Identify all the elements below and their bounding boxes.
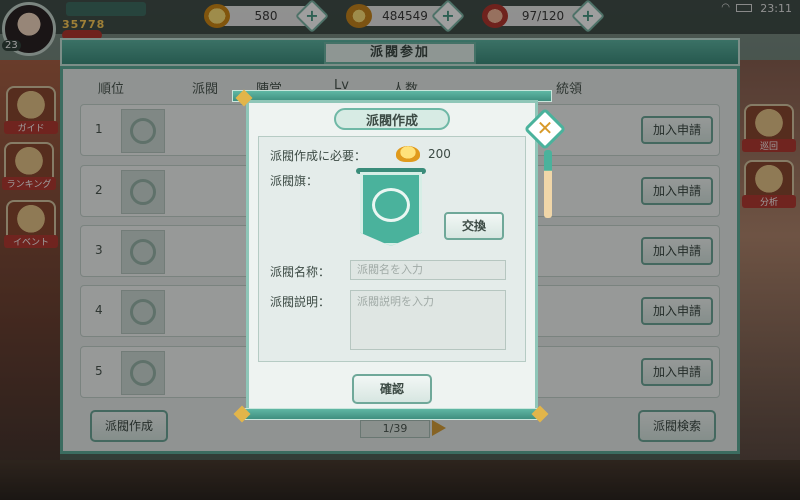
cost-label: 派閥作成に必要： <box>270 149 367 163</box>
cloud-emblem-icon <box>372 188 410 222</box>
name-label: 派閥名称： <box>270 265 331 279</box>
tassel-ornament <box>544 150 552 218</box>
close-icon: ✕ <box>536 116 554 140</box>
swap-banner-button[interactable]: 交換 <box>444 212 504 240</box>
banner-label: 派閥旗： <box>270 174 319 188</box>
desc-label: 派閥説明： <box>270 295 331 309</box>
faction-desc-input[interactable]: 派閥説明を入力 <box>350 290 506 350</box>
cost-value: 200 <box>428 147 451 161</box>
faction-name-input[interactable]: 派閥名を入力 <box>350 260 506 280</box>
confirm-button[interactable]: 確認 <box>352 374 432 404</box>
modal-bottom-rod <box>244 408 540 420</box>
modal-title: 派閥作成 <box>365 114 418 129</box>
gold-ingot-icon <box>396 146 420 162</box>
